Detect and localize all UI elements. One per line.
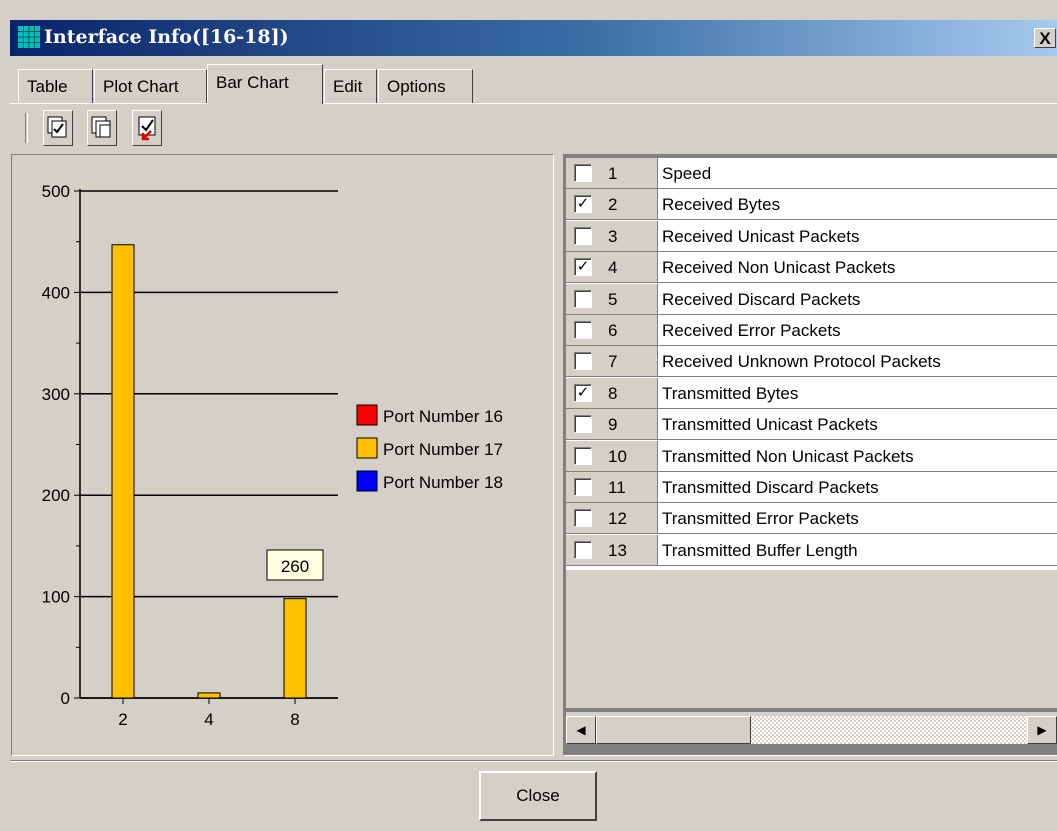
scrollbar-track[interactable]	[596, 716, 1027, 744]
arrow-right-icon: ▶	[1037, 723, 1047, 737]
legend-swatch	[356, 437, 378, 459]
legend-label: Port Number 17	[383, 440, 503, 459]
horizontal-scrollbar[interactable]: ◀ ▶	[566, 712, 1057, 744]
row-number: 11	[608, 478, 626, 497]
legend-label: Port Number 18	[383, 473, 503, 492]
row-checkbox[interactable]: ✓	[574, 195, 592, 214]
y-tick-label: 200	[42, 486, 70, 505]
row-checkbox[interactable]: ✓	[574, 258, 592, 277]
row-select-cell[interactable]: 6	[566, 315, 658, 346]
row-number: 13	[608, 540, 627, 560]
close-button[interactable]: Close	[479, 771, 597, 821]
row-select-cell[interactable]: ✓ 2	[566, 189, 658, 221]
table-row[interactable]: 13 Transmitted Buffer Length	[566, 534, 1057, 566]
row-number: 5	[608, 289, 618, 309]
y-tick-label: 300	[42, 385, 70, 404]
legend-label: Port Number 16	[383, 407, 503, 426]
tooltip-value: 260	[281, 557, 309, 576]
y-tick-label: 400	[42, 283, 70, 302]
row-checkbox[interactable]	[574, 289, 592, 308]
row-counter-name: Received Error Packets	[658, 315, 1057, 346]
table-row[interactable]: 1 Speed	[566, 158, 1057, 189]
row-number: 4	[608, 258, 618, 278]
bar	[283, 598, 307, 699]
row-number: 1	[608, 164, 618, 183]
row-checkbox[interactable]	[574, 164, 592, 182]
table-row[interactable]: 9 Transmitted Unicast Packets	[566, 409, 1057, 441]
window-close-button[interactable]: X	[1034, 28, 1056, 48]
table-row[interactable]: ✓ 8 Transmitted Bytes	[566, 377, 1057, 409]
bar-chart: 0 100 200 300 400 500 2 4 8 260 Port Number 16 Port…	[42, 182, 503, 729]
row-checkbox[interactable]	[574, 509, 592, 528]
table-row[interactable]: 12 Transmitted Error Packets	[566, 503, 1057, 535]
table-row[interactable]: ✓ 2 Received Bytes	[566, 189, 1057, 221]
footer-divider	[10, 760, 1057, 762]
table-row[interactable]: 10 Transmitted Non Unicast Packets	[566, 440, 1057, 472]
row-counter-name: Received Unicast Packets	[658, 220, 1057, 252]
row-select-cell[interactable]: 7	[566, 346, 658, 378]
row-select-cell[interactable]: 9	[566, 409, 658, 441]
row-number: 3	[608, 226, 618, 246]
row-select-cell[interactable]: 1	[566, 158, 658, 189]
row-number: 2	[608, 195, 618, 215]
arrow-left-icon: ◀	[576, 723, 586, 737]
row-select-cell[interactable]: 5	[566, 283, 658, 315]
legend-swatch	[356, 404, 378, 426]
x-tick-label: 4	[204, 710, 213, 729]
row-counter-name: Received Bytes	[658, 189, 1057, 221]
row-checkbox[interactable]: ✓	[574, 383, 592, 402]
row-number: 6	[608, 321, 618, 340]
row-select-cell[interactable]: 10	[566, 440, 658, 472]
row-select-cell[interactable]: ✓ 4	[566, 252, 658, 284]
row-counter-name: Transmitted Non Unicast Packets	[658, 440, 1057, 472]
table-row[interactable]: 11 Transmitted Discard Packets	[566, 472, 1057, 503]
row-checkbox[interactable]	[574, 321, 592, 339]
row-select-cell[interactable]: 12	[566, 503, 658, 535]
row-select-cell[interactable]: 3	[566, 220, 658, 252]
row-select-cell[interactable]: 11	[566, 472, 658, 503]
table-row[interactable]: 7 Received Unknown Protocol Packets	[566, 346, 1057, 378]
table-row[interactable]: 5 Received Discard Packets	[566, 283, 1057, 315]
scrollbar-thumb[interactable]	[596, 716, 751, 744]
y-tick-label: 500	[42, 182, 70, 201]
table-row[interactable]: 6 Received Error Packets	[566, 315, 1057, 346]
row-number: 8	[608, 383, 618, 403]
row-counter-name: Transmitted Discard Packets	[658, 472, 1057, 503]
bar	[197, 692, 221, 699]
row-checkbox[interactable]	[574, 446, 592, 465]
bar	[111, 244, 135, 699]
tab-bar-chart[interactable]: Bar Chart	[207, 64, 323, 104]
y-tick-label: 0	[61, 689, 70, 708]
row-select-cell[interactable]: ✓ 8	[566, 377, 658, 409]
row-number: 7	[608, 352, 618, 372]
legend-swatch	[356, 470, 378, 492]
row-counter-name: Received Unknown Protocol Packets	[658, 346, 1057, 378]
row-counter-name: Speed	[658, 158, 1057, 189]
row-select-cell[interactable]: 13	[566, 534, 658, 566]
row-number: 10	[608, 446, 627, 466]
row-number: 9	[608, 415, 618, 435]
row-checkbox[interactable]	[574, 352, 592, 371]
x-tick-label: 2	[118, 710, 127, 729]
row-counter-name: Received Non Unicast Packets	[658, 252, 1057, 284]
y-tick-label: 100	[42, 588, 70, 607]
row-checkbox[interactable]	[574, 415, 592, 434]
scroll-right-button[interactable]: ▶	[1027, 716, 1057, 744]
row-counter-name: Transmitted Bytes	[658, 377, 1057, 409]
row-checkbox[interactable]	[574, 226, 592, 245]
row-checkbox[interactable]	[574, 478, 592, 496]
table-row[interactable]: 3 Received Unicast Packets	[566, 220, 1057, 252]
scroll-left-button[interactable]: ◀	[566, 716, 596, 744]
row-counter-name: Transmitted Error Packets	[658, 503, 1057, 535]
row-counter-name: Transmitted Unicast Packets	[658, 409, 1057, 441]
table-row[interactable]: ✓ 4 Received Non Unicast Packets	[566, 252, 1057, 284]
x-tick-label: 8	[290, 710, 299, 729]
panel-splitter[interactable]	[556, 154, 562, 756]
row-number: 12	[608, 509, 627, 529]
table-empty-area	[566, 570, 1057, 708]
row-checkbox[interactable]	[574, 540, 592, 559]
row-counter-name: Transmitted Buffer Length	[658, 534, 1057, 566]
row-counter-name: Received Discard Packets	[658, 283, 1057, 315]
